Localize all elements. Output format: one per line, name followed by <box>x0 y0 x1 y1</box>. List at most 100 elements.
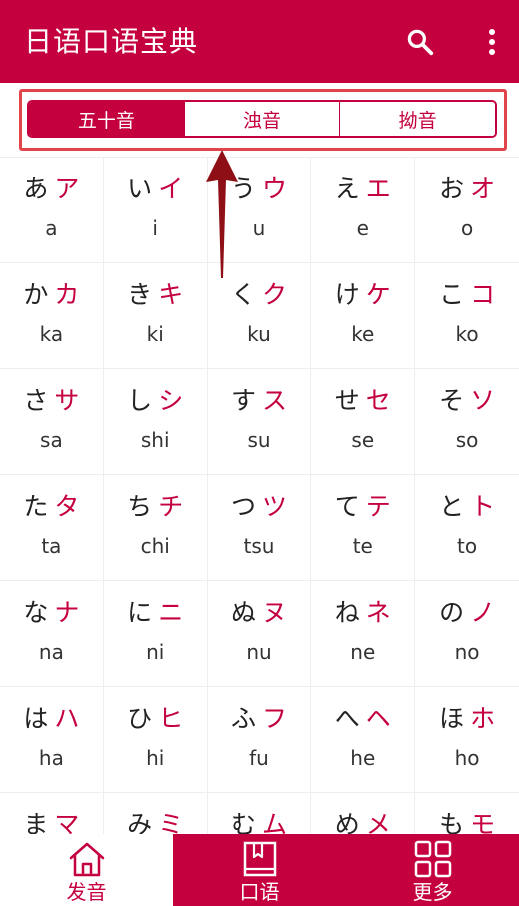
romaji: so <box>455 428 479 452</box>
katakana: チ <box>158 492 184 521</box>
kana-cell[interactable]: もモ <box>415 793 519 834</box>
kana-pair: おオ <box>439 173 495 205</box>
katakana: エ <box>365 174 391 203</box>
grid-icon <box>414 840 451 878</box>
kana-cell[interactable]: きキ ki <box>103 263 208 369</box>
kana-cell[interactable]: しシ shi <box>103 369 208 475</box>
kana-cell[interactable]: めメ <box>311 793 416 834</box>
kana-pair: さサ <box>23 385 79 417</box>
kana-cell[interactable]: はハ ha <box>0 687 104 793</box>
kana-cell[interactable]: くク ku <box>207 263 312 369</box>
kana-pair: てテ <box>335 491 391 523</box>
kana-cell[interactable]: ほホ ho <box>415 687 519 793</box>
hiragana: お <box>439 174 465 203</box>
kana-cell[interactable]: むム <box>208 793 312 834</box>
segmented-control: 五十音 浊音 拗音 <box>27 100 497 138</box>
bottom-nav: 发音 口语 更多 <box>0 834 519 906</box>
more-options-button[interactable] <box>472 22 512 62</box>
kana-cell[interactable]: さサ sa <box>0 369 104 475</box>
kana-cell[interactable]: おオo <box>415 157 519 263</box>
hiragana: ひ <box>127 704 153 733</box>
romaji: tsu <box>243 534 275 558</box>
romaji: ki <box>146 322 164 346</box>
romaji: nu <box>246 640 272 664</box>
kana-cell[interactable]: ねネ ne <box>311 581 416 687</box>
search-button[interactable] <box>400 22 440 62</box>
kana-cell[interactable]: あアa <box>0 157 104 263</box>
nav-item-speaking[interactable]: 口语 <box>173 834 346 906</box>
katakana: ネ <box>365 598 391 627</box>
katakana: キ <box>158 280 184 309</box>
kana-pair: ひヒ <box>127 703 183 735</box>
kana-cell[interactable]: にニ ni <box>103 581 208 687</box>
hiragana: ね <box>334 598 360 627</box>
kana-pair: くク <box>231 279 287 311</box>
kana-cell[interactable]: ひヒ hi <box>103 687 208 793</box>
katakana: ソ <box>470 386 496 415</box>
kana-pair: みミ <box>127 809 183 834</box>
kana-cell[interactable]: けケ ke <box>311 263 416 369</box>
tab-youon[interactable]: 拗音 <box>339 102 495 136</box>
kana-cell[interactable]: せセ se <box>311 369 416 475</box>
romaji: ka <box>39 322 64 346</box>
nav-item-more[interactable]: 更多 <box>346 834 519 906</box>
katakana: シ <box>158 386 184 415</box>
kana-pair: むム <box>231 809 287 834</box>
katakana: ア <box>54 174 80 203</box>
kana-cell[interactable]: へヘ he <box>311 687 416 793</box>
hiragana: の <box>439 598 465 627</box>
katakana: ナ <box>54 598 80 627</box>
kana-cell[interactable]: えエe <box>311 157 416 263</box>
kana-pair: ぬヌ <box>231 597 287 629</box>
tab-gojuon[interactable]: 五十音 <box>29 102 184 136</box>
kana-cell[interactable]: すス su <box>207 369 312 475</box>
kana-cell[interactable]: こコ ko <box>415 263 519 369</box>
katakana: ツ <box>261 492 287 521</box>
kana-cell[interactable]: ふフ fu <box>207 687 312 793</box>
kana-cell[interactable]: かカ ka <box>0 263 104 369</box>
kana-cell[interactable]: のノ no <box>415 581 519 687</box>
kana-pair: なナ <box>23 597 79 629</box>
nav-item-pronunciation[interactable]: 发音 <box>0 834 173 906</box>
kana-cell[interactable]: みミ <box>104 793 208 834</box>
kana-cell[interactable]: まマ <box>0 793 104 834</box>
katakana: モ <box>470 810 496 834</box>
kana-cell[interactable]: いイi <box>103 157 208 263</box>
kana-cell[interactable]: そソ so <box>415 369 519 475</box>
katakana: ニ <box>158 598 184 627</box>
kana-cell[interactable]: つツ tsu <box>207 475 312 581</box>
kana-cell[interactable]: うウu <box>207 157 312 263</box>
katakana: サ <box>54 386 80 415</box>
katakana: メ <box>365 810 391 834</box>
romaji: te <box>352 534 373 558</box>
kana-cell[interactable]: ぬヌ nu <box>207 581 312 687</box>
hiragana: そ <box>439 386 465 415</box>
nav-label: 口语 <box>239 880 280 904</box>
kana-pair: うウ <box>231 173 287 205</box>
romaji: hi <box>146 746 165 770</box>
katakana: ウ <box>261 174 287 203</box>
romaji: u <box>252 216 266 240</box>
hiragana: つ <box>230 492 256 521</box>
hiragana: う <box>230 174 256 203</box>
hiragana: ぬ <box>230 598 256 627</box>
kana-cell[interactable]: ちチ chi <box>103 475 208 581</box>
hiragana: け <box>334 280 360 309</box>
tab-dakuon[interactable]: 浊音 <box>183 102 340 136</box>
kana-cell[interactable]: てテ te <box>311 475 416 581</box>
kana-pair: ちチ <box>127 491 183 523</box>
hiragana: ま <box>23 810 49 834</box>
romaji: sa <box>40 428 63 452</box>
kana-pair: ほホ <box>439 703 495 735</box>
kana-cell[interactable]: とト to <box>415 475 519 581</box>
kana-cell[interactable]: たタ ta <box>0 475 104 581</box>
hiragana: き <box>127 280 153 309</box>
kana-pair: たタ <box>23 491 79 523</box>
hiragana: ふ <box>230 704 256 733</box>
book-icon <box>243 841 276 877</box>
romaji: e <box>356 216 369 240</box>
tab-bar: 五十音 浊音 拗音 <box>0 83 519 158</box>
kana-pair: あア <box>23 173 79 205</box>
kana-cell[interactable]: なナ na <box>0 581 104 687</box>
kana-pair: きキ <box>127 279 183 311</box>
